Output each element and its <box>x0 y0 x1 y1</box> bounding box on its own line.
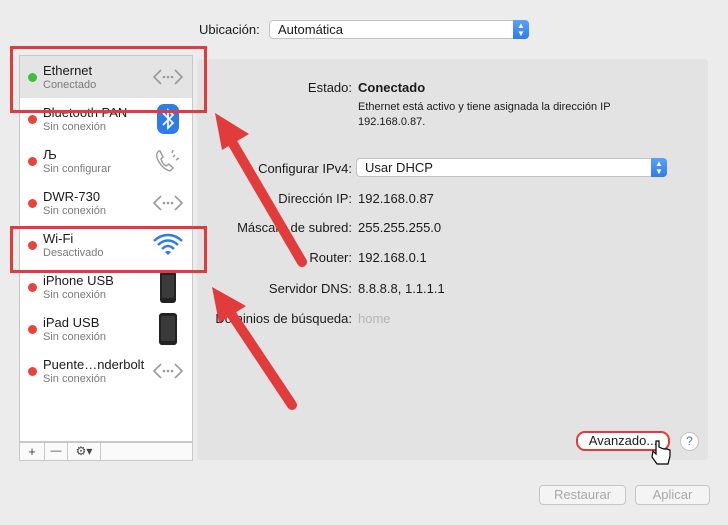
arrow-to-wifi <box>227 310 297 410</box>
annotation-arrows <box>212 113 671 465</box>
hand-cursor-icon <box>651 440 671 465</box>
arrow-to-ethernet <box>227 137 307 267</box>
